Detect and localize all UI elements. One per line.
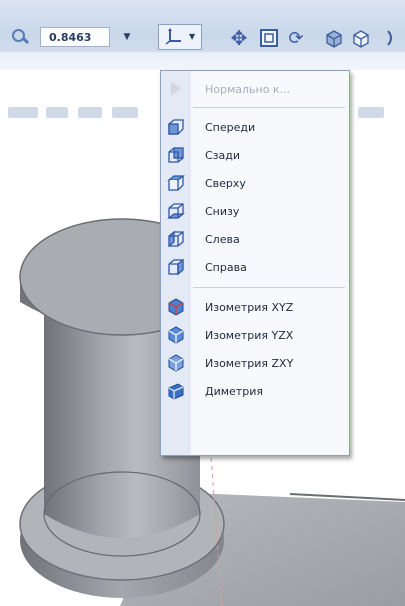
- menu-item-top[interactable]: Сверху: [161, 169, 349, 197]
- menu-item-label: Снизу: [205, 204, 240, 218]
- isometric-xyz-icon: [168, 298, 184, 316]
- menu-separator: [193, 287, 345, 288]
- dimetric-icon: [168, 383, 184, 400]
- isometric-yzx-icon: [168, 326, 184, 344]
- view-right-icon: [168, 258, 184, 276]
- orientation-dropdown-arrow-icon: ▼: [189, 32, 196, 41]
- normal-to-icon: [171, 82, 181, 96]
- more-icon[interactable]: [379, 27, 401, 49]
- zoom-dropdown-arrow-icon[interactable]: ▼: [118, 27, 136, 47]
- zoom-scale-input[interactable]: 0.8463: [40, 27, 110, 47]
- view-bottom-icon: [167, 203, 185, 219]
- menu-item-normal-to: Нормально к...: [161, 75, 349, 103]
- orientation-button[interactable]: ▼: [158, 24, 202, 50]
- menu-item-label: Сверху: [205, 176, 246, 190]
- view-back-icon: [168, 147, 184, 163]
- menu-item-back[interactable]: Сзади: [161, 141, 349, 169]
- isometric-zxy-icon: [168, 354, 184, 372]
- rotate-icon[interactable]: ⟳: [285, 27, 307, 49]
- zoom-fit-glyph: [260, 29, 278, 47]
- menu-item-label: Диметрия: [205, 384, 263, 398]
- menu-item-label: Изометрия YZX: [205, 328, 294, 342]
- more-glyph: [387, 30, 392, 46]
- orientation-menu: Нормально к... Спереди Сзади Сверху Сниз…: [160, 70, 350, 456]
- toolbar-row: 0.8463 ▼ ▼ ✥ ⟳: [0, 18, 405, 50]
- orientation-icon: [165, 28, 181, 45]
- menu-item-isometric-xyz[interactable]: Изометрия XYZ: [161, 293, 349, 321]
- menu-item-right[interactable]: Справа: [161, 253, 349, 281]
- menu-item-label: Слева: [205, 232, 240, 246]
- menu-item-isometric-zxy[interactable]: Изометрия ZXY: [161, 349, 349, 377]
- menu-item-dimetric[interactable]: Диметрия: [161, 377, 349, 405]
- menu-item-label: Нормально к...: [205, 82, 291, 96]
- view-toolbar: 0.8463 ▼ ▼ ✥ ⟳: [0, 0, 405, 118]
- menu-item-label: Справа: [205, 260, 247, 274]
- view-top-icon: [167, 175, 185, 191]
- menu-item-label: Сзади: [205, 148, 241, 162]
- menu-separator: [193, 107, 345, 108]
- view-left-icon: [168, 230, 184, 248]
- menu-item-front[interactable]: Спереди: [161, 113, 349, 141]
- shaded-mode-icon[interactable]: [350, 27, 372, 49]
- display-mode-icon[interactable]: [323, 27, 345, 49]
- menu-item-label: Спереди: [205, 120, 256, 134]
- menu-item-label: Изометрия ZXY: [205, 356, 294, 370]
- menu-item-left[interactable]: Слева: [161, 225, 349, 253]
- menu-item-label: Изометрия XYZ: [205, 300, 294, 314]
- zoom-icon[interactable]: [8, 26, 30, 48]
- pan-icon[interactable]: ✥: [228, 26, 250, 50]
- menu-item-bottom[interactable]: Снизу: [161, 197, 349, 225]
- shaded-mode-glyph: [353, 30, 369, 48]
- display-mode-glyph: [326, 30, 342, 48]
- menu-item-isometric-yzx[interactable]: Изометрия YZX: [161, 321, 349, 349]
- zoom-fit-icon[interactable]: [258, 27, 280, 49]
- view-front-icon: [168, 119, 184, 135]
